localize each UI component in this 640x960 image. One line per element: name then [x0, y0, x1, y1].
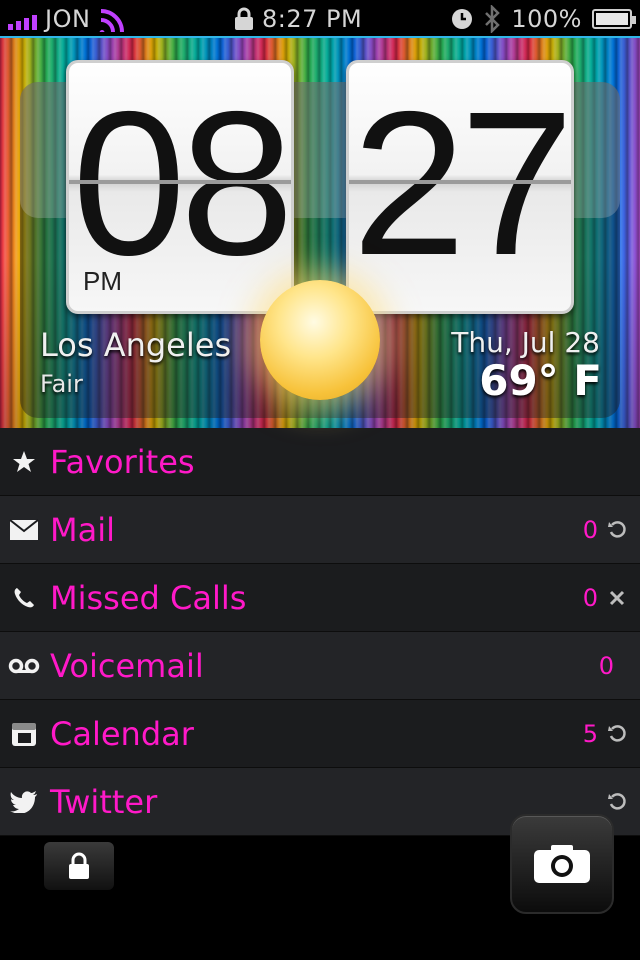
- camera-icon: [534, 845, 590, 883]
- lock-status-icon: [235, 7, 253, 30]
- clock-minutes: 27: [351, 69, 571, 298]
- list-item-label: Mail: [50, 510, 115, 549]
- phone-icon: [0, 564, 48, 632]
- weather-city: Los Angeles: [40, 326, 232, 364]
- clock-hours: 08: [71, 69, 291, 298]
- status-bar: JON 8:27 PM 100%: [0, 0, 640, 38]
- list-item-label: Twitter: [50, 782, 158, 821]
- list-item-mail[interactable]: Mail 0: [0, 496, 640, 564]
- unlock-button[interactable]: [44, 842, 114, 890]
- voicemail-icon: [0, 632, 48, 700]
- mail-icon: [0, 496, 48, 564]
- weather-date: Thu, Jul 28: [451, 326, 600, 359]
- wifi-icon: [100, 9, 125, 32]
- alarm-clock-icon: [452, 9, 473, 29]
- weather-temperature: 69° F: [479, 356, 602, 405]
- bluetooth-icon: [485, 5, 501, 33]
- carrier-name: JON: [45, 5, 91, 33]
- missed-calls-count: 0: [582, 583, 598, 612]
- calendar-count: 5: [582, 719, 598, 748]
- list-item-label: Favorites: [50, 442, 195, 481]
- lock-icon: [69, 852, 89, 879]
- star-icon: [0, 428, 48, 496]
- clear-icon[interactable]: [606, 587, 628, 609]
- hours-flip-card[interactable]: 08 PM: [66, 60, 294, 314]
- list-item-favorites[interactable]: Favorites: [0, 428, 640, 496]
- calendar-icon: [0, 700, 48, 768]
- list-item-label: Calendar: [50, 714, 194, 753]
- minutes-flip-card[interactable]: 27: [346, 60, 574, 314]
- voicemail-count: 0: [598, 651, 614, 680]
- battery-icon: [592, 9, 636, 29]
- battery-percent: 100%: [511, 5, 582, 33]
- weather-sun-icon[interactable]: [260, 280, 380, 400]
- signal-bars-icon: [8, 8, 37, 30]
- refresh-icon[interactable]: [606, 791, 628, 813]
- list-item-label: Voicemail: [50, 646, 204, 685]
- list-item-label: Missed Calls: [50, 578, 247, 617]
- list-item-calendar[interactable]: Calendar 5: [0, 700, 640, 768]
- clock-ampm: PM: [83, 266, 122, 296]
- twitter-bird-icon: [0, 768, 48, 836]
- camera-button[interactable]: [510, 814, 614, 914]
- weather-condition: Fair: [40, 370, 83, 398]
- refresh-icon[interactable]: [606, 519, 628, 541]
- list-item-voicemail[interactable]: Voicemail 0: [0, 632, 640, 700]
- list-item-missed-calls[interactable]: Missed Calls 0: [0, 564, 640, 632]
- notification-list: Favorites Mail 0 Missed Calls 0 Voicemai…: [0, 428, 640, 836]
- mail-count: 0: [582, 515, 598, 544]
- status-time: 8:27 PM: [262, 5, 363, 33]
- refresh-icon[interactable]: [606, 723, 628, 745]
